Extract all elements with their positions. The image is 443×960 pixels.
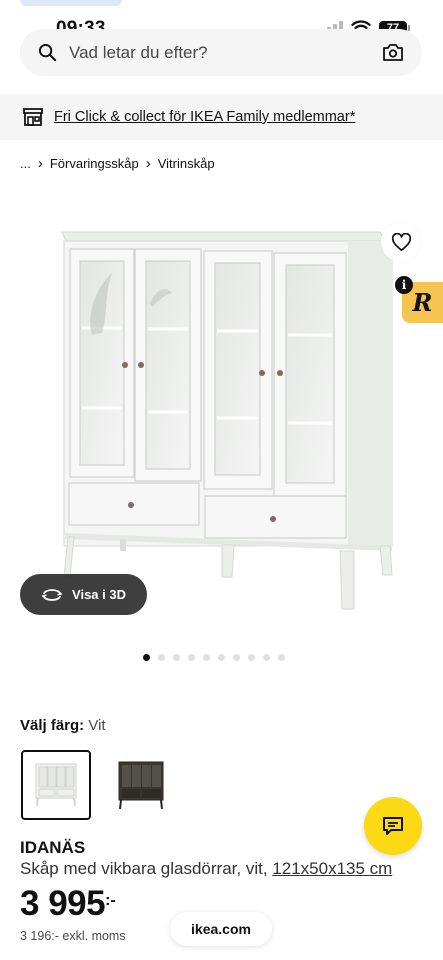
store-icon <box>23 108 43 126</box>
extension-logo: R <box>412 288 433 317</box>
chat-button[interactable] <box>364 797 422 855</box>
gallery-dot[interactable] <box>203 654 210 661</box>
gallery-dot[interactable] <box>158 654 165 661</box>
gallery-pagination <box>143 654 285 661</box>
product-dimensions-link[interactable]: 121x50x135 cm <box>272 859 392 878</box>
camera-icon[interactable] <box>382 43 404 62</box>
product-description-text: Skåp med vikbara glasdörrar, vit, <box>20 859 268 878</box>
gallery-dot[interactable] <box>188 654 195 661</box>
color-swatch-white[interactable] <box>21 750 91 820</box>
heart-icon <box>391 232 411 251</box>
gallery-dot[interactable] <box>173 654 180 661</box>
color-swatch-black-brown[interactable] <box>106 750 176 820</box>
browser-address-pill[interactable]: ikea.com <box>170 912 272 946</box>
gallery-dot[interactable] <box>278 654 285 661</box>
previous-tab-sliver <box>20 0 122 6</box>
view-3d-button[interactable]: Visa i 3D <box>20 574 147 615</box>
price-excl-vat: 3 196:- exkl. moms <box>20 929 126 943</box>
product-name: IDANÄS <box>20 838 86 857</box>
product-price: 3 995:- <box>20 884 116 924</box>
chevron-right-icon: › <box>37 155 43 172</box>
breadcrumb: ... › Förvaringsskåp › Vitrinskåp <box>20 155 215 172</box>
extension-info-icon[interactable]: i <box>395 276 413 294</box>
breadcrumb-item-vitrinskap[interactable]: Vitrinskåp <box>158 156 215 171</box>
gallery-dot[interactable] <box>218 654 225 661</box>
gallery-dot[interactable] <box>248 654 255 661</box>
gallery-dot[interactable] <box>263 654 270 661</box>
promo-link[interactable]: Fri Click & collect för IKEA Family medl… <box>54 109 355 125</box>
color-label: Välj färg: <box>20 717 85 734</box>
favorite-button[interactable] <box>381 222 421 262</box>
white-cabinet-thumbnail <box>35 763 77 807</box>
color-selector-label: Välj färg: Vit <box>20 717 106 734</box>
rotate-3d-icon <box>41 588 63 601</box>
dark-cabinet-thumbnail <box>118 761 164 810</box>
search-input[interactable]: Vad letar du efter? <box>69 43 382 63</box>
product-image[interactable] <box>0 215 443 635</box>
price-suffix: :- <box>105 892 116 909</box>
search-icon <box>38 43 57 62</box>
breadcrumb-item-forvaringsskap[interactable]: Förvaringsskåp <box>50 156 139 171</box>
search-bar[interactable]: Vad letar du efter? <box>20 29 422 76</box>
color-value: Vit <box>88 717 106 734</box>
chat-icon <box>383 817 403 835</box>
gallery-dot[interactable] <box>233 654 240 661</box>
breadcrumb-ellipsis[interactable]: ... <box>20 156 31 171</box>
click-collect-banner[interactable]: Fri Click & collect för IKEA Family medl… <box>0 94 443 140</box>
view-3d-label: Visa i 3D <box>72 587 126 602</box>
extension-info-label: i <box>401 278 407 292</box>
price-amount: 3 995 <box>20 884 106 923</box>
chevron-right-icon: › <box>145 155 151 172</box>
product-description: Skåp med vikbara glasdörrar, vit, 121x50… <box>20 859 392 879</box>
gallery-dot[interactable] <box>143 654 150 661</box>
